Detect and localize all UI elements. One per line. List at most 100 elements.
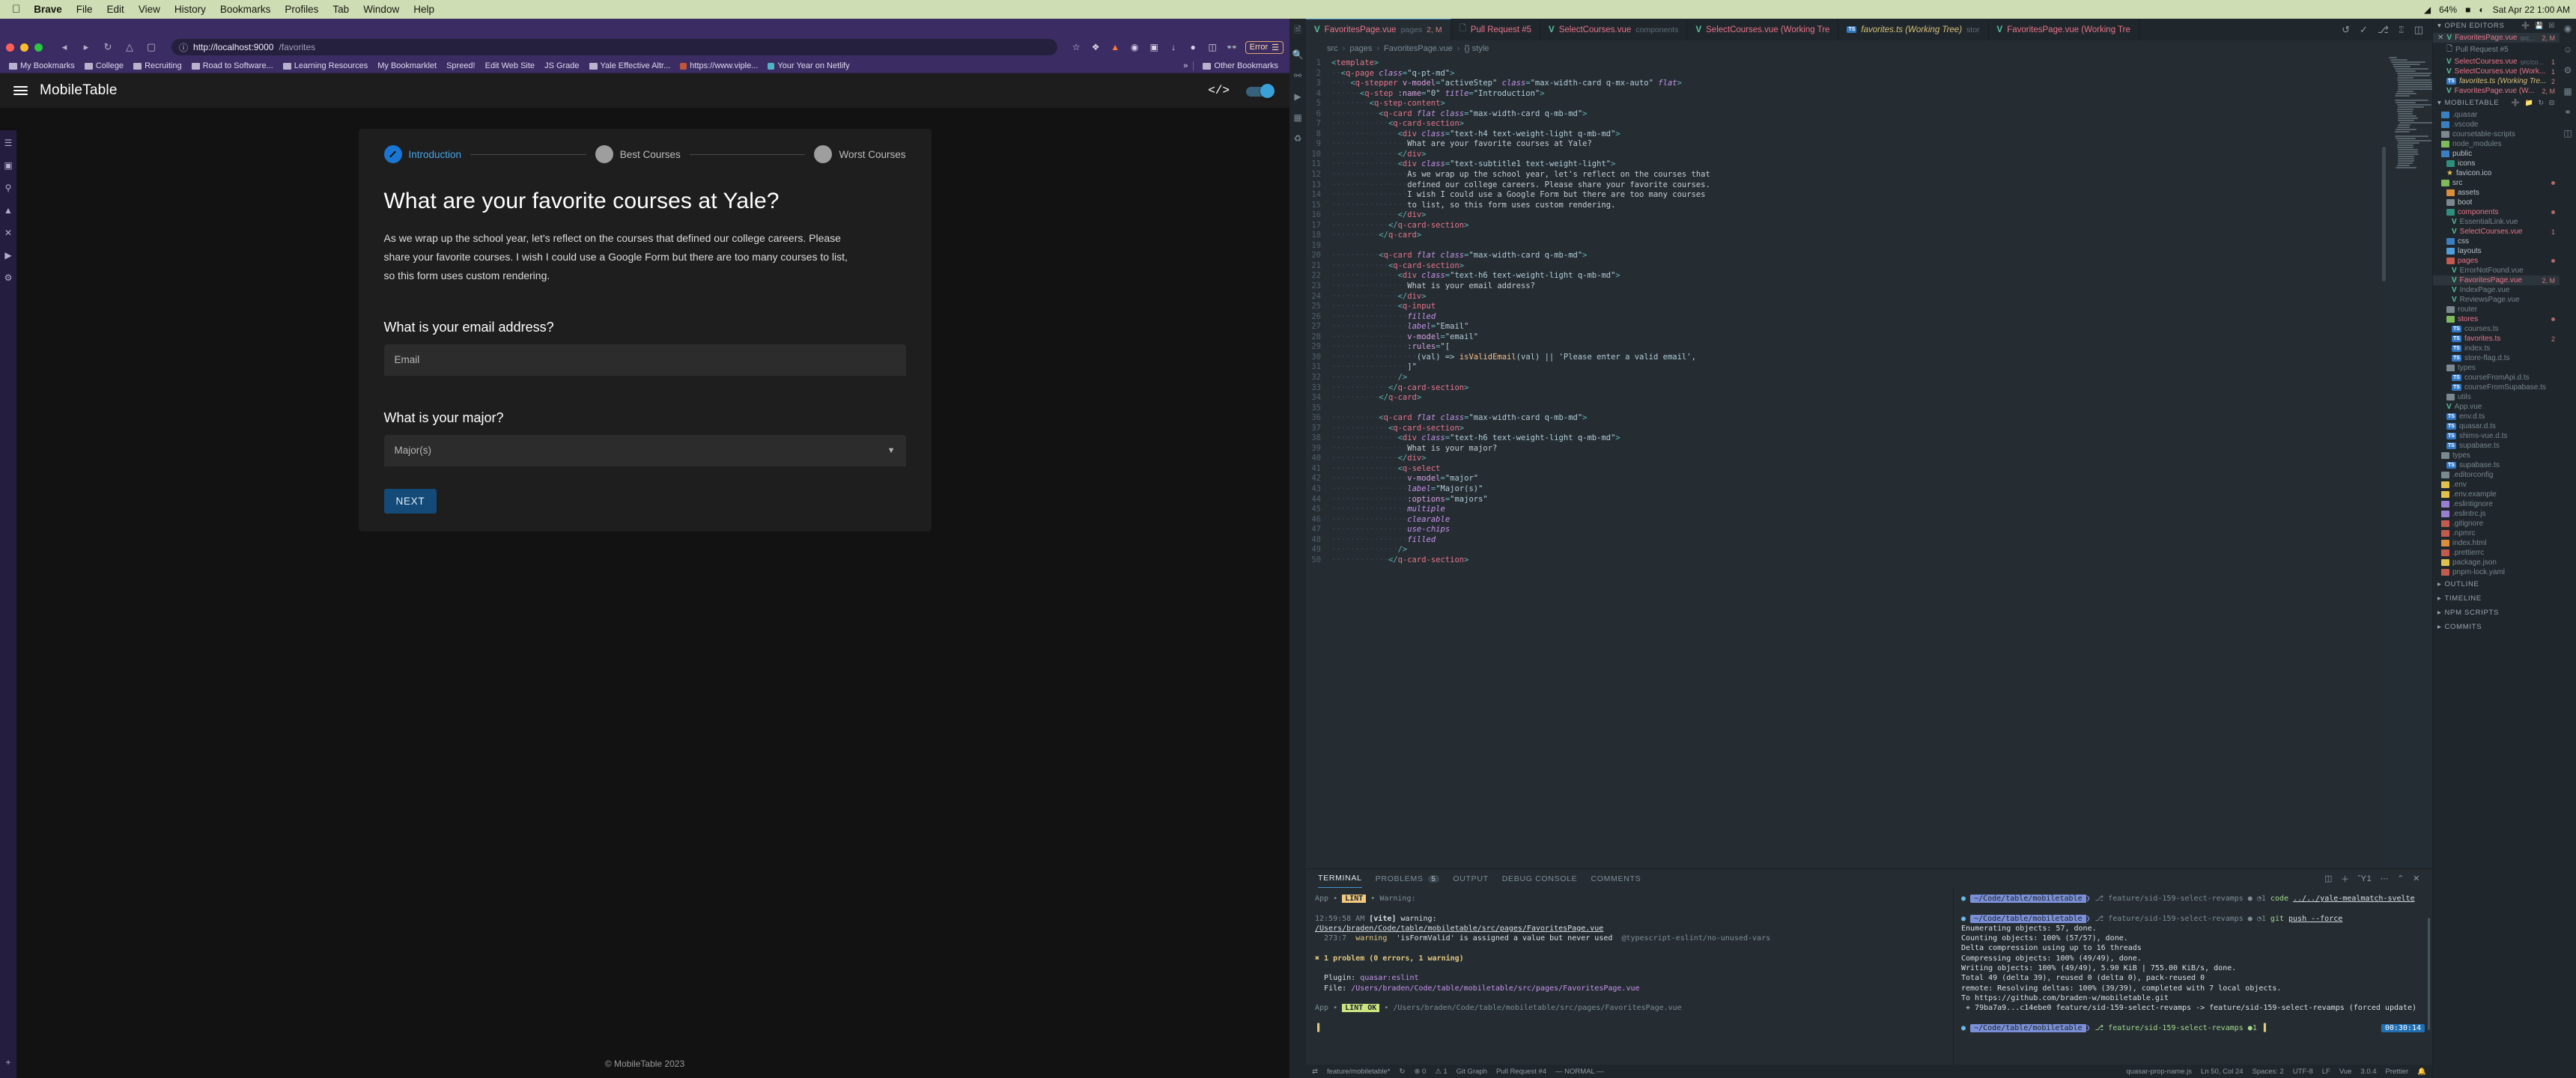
file-tree-item[interactable]: TS courseFromApi.d.ts [2433, 373, 2560, 383]
editor-tab[interactable]: V FavoritesPage.vue pages 2, M [1306, 19, 1451, 40]
new-terminal-icon[interactable]: ＋ [2341, 873, 2350, 885]
file-tree-item[interactable]: .eslintignore [2433, 499, 2560, 509]
source-control-icon[interactable]: ⑄ [2399, 24, 2405, 35]
file-tree-item[interactable]: .quasar [2433, 110, 2560, 120]
file-tree-item[interactable]: node_modules [2433, 139, 2560, 149]
file-tree-item[interactable]: .env.example [2433, 490, 2560, 499]
sidebar-close-icon[interactable]: ✕ [4, 228, 12, 238]
project-header[interactable]: ▾ MOBILETABLE ➕ 📁 ↻ ⊟ [2433, 96, 2560, 110]
brave-lion-icon[interactable]: ▲ [1109, 41, 1122, 54]
panel-icon[interactable]: ◫ [2563, 128, 2572, 138]
clock[interactable]: Sat Apr 22 1:00 AM [2493, 4, 2570, 15]
menu-view[interactable]: View [139, 4, 160, 15]
major-select[interactable]: Major(s) ▼ [383, 434, 906, 466]
back-icon[interactable]: ◂ [57, 40, 72, 55]
file-tree-item[interactable]: router [2433, 305, 2560, 314]
menu-bookmarks[interactable]: Bookmarks [220, 4, 271, 15]
new-file-icon[interactable]: ➕ [2521, 22, 2530, 30]
file-tree-item[interactable]: boot [2433, 198, 2560, 207]
sidebar-wallet-icon[interactable]: ▲ [4, 205, 13, 216]
explorer-section-outline[interactable]: ▸ OUTLINE [2433, 577, 2560, 591]
breadcrumb-item[interactable]: {} style [1464, 44, 1489, 53]
file-tree-item[interactable]: .vscode [2433, 120, 2560, 130]
menu-lines-icon[interactable]: ☰ [1272, 43, 1279, 52]
next-button[interactable]: NEXT [383, 488, 437, 514]
menu-brave[interactable]: Brave [34, 4, 62, 15]
new-file-icon[interactable]: ➕ [2512, 99, 2521, 107]
other-bookmarks-folder[interactable]: Other Bookmarks [1199, 61, 1282, 71]
rewards-icon[interactable]: ◉ [1128, 41, 1141, 54]
sidebar-panel-icon[interactable]: ☰ [4, 138, 13, 148]
error-extension-button[interactable]: Error ☰ [1245, 40, 1284, 54]
status-language[interactable]: Vue [2339, 1068, 2352, 1076]
file-tree-item[interactable]: V App.vue [2433, 402, 2560, 412]
file-tree-item[interactable]: pages [2433, 256, 2560, 266]
open-editor-item[interactable]: V SelectCourses.vue (Work... 1 [2433, 67, 2560, 76]
bookmark-item[interactable]: Yale Effective Altr... [586, 61, 675, 71]
copilot-icon[interactable]: ◉ [2564, 23, 2572, 34]
dark-mode-toggle[interactable] [1242, 83, 1276, 98]
menu-tab[interactable]: Tab [332, 4, 349, 15]
editor-tab[interactable]: V SelectCourses.vue components [1540, 19, 1688, 40]
extension-puzzle-icon[interactable]: ❖ [1090, 41, 1102, 54]
menu-history[interactable]: History [174, 4, 206, 15]
save-all-icon[interactable]: 💾 [2535, 22, 2544, 30]
chevron-right-icon[interactable]: ▸ [2437, 580, 2441, 588]
panel-tab[interactable]: PROBLEMS 5 [1376, 869, 1440, 888]
branch-icon[interactable]: ⚭ [2564, 107, 2572, 118]
status-indentation[interactable]: Spaces: 2 [2253, 1068, 2284, 1076]
editor-tab[interactable]: V FavoritesPage.vue (Working Tre [1989, 19, 2139, 40]
open-editor-item[interactable]: V FavoritesPage.vue (W... 2, M [2433, 86, 2560, 96]
status-git-graph[interactable]: Git Graph [1456, 1068, 1487, 1076]
status-prettier[interactable]: Prettier [2386, 1068, 2409, 1076]
file-tree-item[interactable]: package.json [2433, 558, 2560, 567]
maximize-window-button[interactable] [34, 43, 43, 52]
breadcrumb-item[interactable]: src [1327, 44, 1338, 53]
debug-icon[interactable]: ▶ [1294, 91, 1301, 102]
file-tree-item[interactable]: .env [2433, 480, 2560, 490]
open-editor-item[interactable]: V SelectCourses.vue src/co... 1 [2433, 57, 2560, 67]
collapse-icon[interactable]: ⊟ [2549, 99, 2555, 107]
file-tree-item[interactable]: .npmrc [2433, 529, 2560, 538]
file-tree-item[interactable]: types [2433, 363, 2560, 373]
file-tree-item[interactable]: V FavoritesPage.vue 2, M [2433, 275, 2560, 285]
status-warnings[interactable]: ⚠ 1 [1435, 1068, 1447, 1076]
menu-edit[interactable]: Edit [107, 4, 124, 15]
test-icon[interactable]: ♻ [1294, 133, 1302, 144]
sidebar-playlist-icon[interactable]: ▶ [4, 250, 11, 261]
file-tree-item[interactable]: V EssentialLink.vue [2433, 217, 2560, 227]
step-best-courses[interactable]: Best Courses [595, 145, 681, 163]
file-tree-item[interactable]: TS quasar.d.ts [2433, 421, 2560, 431]
explorer-sidebar[interactable]: ▾ OPEN EDITORS ➕ 💾 ☒ ✕ V FavoritesPage.vue… [2432, 19, 2560, 1078]
sidebar-bookmarks-icon[interactable]: ⚲ [5, 183, 12, 193]
file-tree-item[interactable]: src [2433, 178, 2560, 188]
open-editor-item[interactable]: 🗋 Pull Request #5 [2433, 43, 2560, 57]
file-tree-item[interactable]: pnpm-lock.yaml [2433, 567, 2560, 577]
file-tree-item[interactable]: V ReviewsPage.vue [2433, 295, 2560, 305]
file-tree-item[interactable]: TS shims-vue.d.ts [2433, 431, 2560, 441]
search-icon[interactable]: 🔍 [1292, 49, 1304, 60]
menu-file[interactable]: File [76, 4, 93, 15]
status-branch[interactable]: feature/mobiletable* [1327, 1068, 1391, 1076]
email-field[interactable]: Email [383, 344, 906, 376]
wifi-icon[interactable]: ◢ [2424, 4, 2431, 15]
terminal-output-left[interactable]: App • LINT • Warning: 12:59:58 AM [vite]… [1306, 888, 1953, 1065]
close-all-icon[interactable]: ☒ [2548, 22, 2555, 30]
file-tree-item[interactable]: V SelectCourses.vue 1 [2433, 227, 2560, 237]
hamburger-icon[interactable] [13, 86, 28, 95]
layout-icon[interactable]: ▦ [2563, 86, 2572, 97]
open-editor-item[interactable]: TS favorites.ts (Working Tre... 2 [2433, 76, 2560, 86]
wallet-icon[interactable]: ▣ [1148, 41, 1161, 54]
file-tree-item[interactable]: css [2433, 237, 2560, 246]
file-tree-item[interactable]: components [2433, 207, 2560, 217]
open-editors-header[interactable]: ▾ OPEN EDITORS ➕ 💾 ☒ [2433, 19, 2560, 33]
code-editor[interactable]: 1 <template> 2 ··<q-page class="q-pt-md"> 3 ·… [1306, 57, 2432, 868]
breadcrumb-item[interactable]: FavoritesPage.vue [1384, 44, 1453, 53]
explorer-section-npm-scripts[interactable]: ▸ NPM SCRIPTS [2433, 606, 2560, 620]
file-tree-item[interactable]: .prettierrc [2433, 548, 2560, 558]
more-icon[interactable]: ⋯ [2380, 874, 2389, 883]
editor-tab[interactable]: TS favorites.ts (Working Tree) stor [1838, 19, 1989, 40]
file-tree-item[interactable]: TS supabase.ts [2433, 460, 2560, 470]
file-tree-item[interactable]: types [2433, 451, 2560, 460]
profile-avatar[interactable]: ● [1187, 41, 1200, 54]
